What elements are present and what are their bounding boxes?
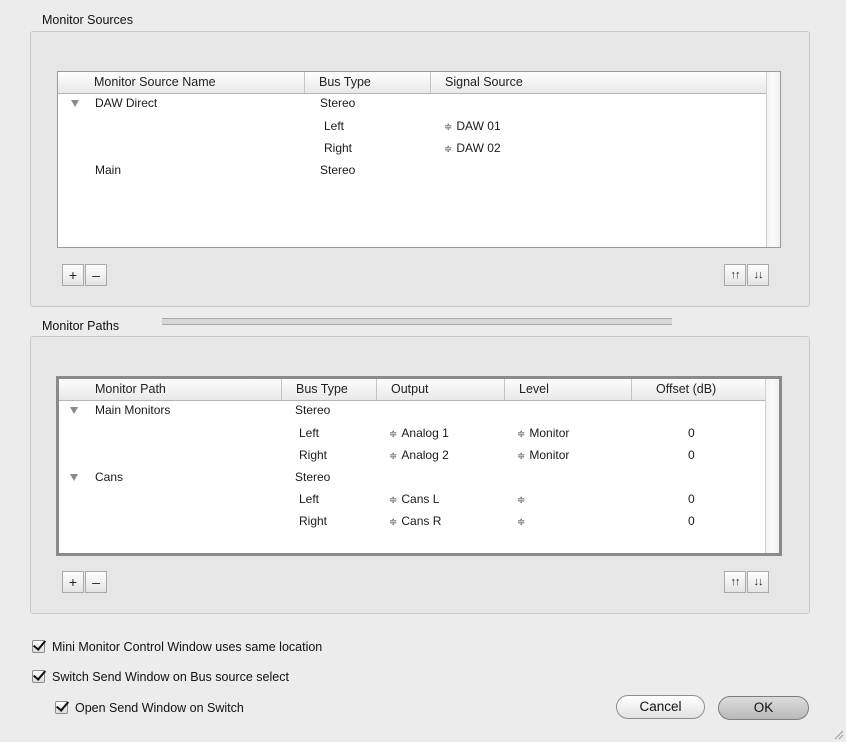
ok-button[interactable]: OK [718,696,809,720]
stepper-icon: ≑ [517,429,526,440]
open-send-label: Open Send Window on Switch [75,701,244,715]
monitor-paths-scrollbar[interactable] [765,379,779,553]
move-path-up-button[interactable]: ↑↑ [724,571,746,593]
disclosure-triangle-icon[interactable] [70,407,78,414]
offset-value[interactable]: 0 [688,514,695,528]
table-row-bus: Right [299,448,328,462]
col-signal-source[interactable]: Signal Source [430,72,766,93]
col-monitor-source-name[interactable]: Monitor Source Name [80,72,304,93]
table-row-bus: Stereo [320,96,356,110]
stepper-icon: ≑ [389,429,398,440]
switch-send-checkbox[interactable] [32,670,45,683]
monitor-sources-scrollbar[interactable] [766,72,780,247]
open-send-checkbox[interactable] [55,701,68,714]
mini-monitor-checkbox-row[interactable]: Mini Monitor Control Window uses same lo… [32,639,432,655]
pane-splitter[interactable] [162,318,672,325]
switch-send-label: Switch Send Window on Bus source select [52,670,289,684]
mini-monitor-checkbox[interactable] [32,640,45,653]
signal-source-popup[interactable]: ≑ DAW 01 [444,119,501,133]
stepper-icon: ≑ [517,495,526,506]
open-send-checkbox-row[interactable]: Open Send Window on Switch [55,700,355,716]
cancel-button[interactable]: Cancel [616,695,705,719]
stepper-icon: ≑ [444,122,453,133]
level-popup[interactable]: ≑ [517,514,529,528]
signal-source-popup[interactable]: ≑ DAW 02 [444,141,501,155]
monitor-sources-header: Monitor Source Name Bus Type Signal Sour… [58,72,766,94]
table-row-bus: Left [299,426,320,440]
offset-value[interactable]: 0 [688,448,695,462]
table-row-name[interactable]: Cans [95,470,123,484]
table-row-bus: Stereo [295,403,331,417]
table-row-name[interactable]: Main [95,163,121,177]
table-row-bus: Stereo [295,470,331,484]
resize-grip-icon[interactable] [832,728,844,740]
remove-source-button[interactable]: – [85,264,107,286]
disclosure-triangle-icon[interactable] [70,474,78,481]
level-popup[interactable]: ≑ Monitor [517,426,569,440]
add-source-button[interactable]: + [62,264,84,286]
offset-value[interactable]: 0 [688,492,695,506]
monitor-sources-table[interactable]: Monitor Source Name Bus Type Signal Sour… [57,71,781,248]
output-popup[interactable]: ≑ Analog 1 [389,426,449,440]
level-popup[interactable]: ≑ [517,492,529,506]
stepper-icon: ≑ [517,517,526,528]
table-row-name[interactable]: DAW Direct [95,96,157,110]
switch-send-checkbox-row[interactable]: Switch Send Window on Bus source select [32,669,432,685]
add-path-button[interactable]: + [62,571,84,593]
move-path-down-button[interactable]: ↓↓ [747,571,769,593]
remove-path-button[interactable]: – [85,571,107,593]
table-row-bus: Left [324,119,345,133]
table-row-bus: Stereo [320,163,356,177]
stepper-icon: ≑ [444,144,453,155]
stepper-icon: ≑ [389,451,398,462]
table-row-bus: Right [299,514,328,528]
level-popup[interactable]: ≑ Monitor [517,448,569,462]
output-popup[interactable]: ≑ Cans R [389,514,441,528]
col-bus-type[interactable]: Bus Type [281,379,376,400]
col-bus-type[interactable]: Bus Type [304,72,430,93]
col-monitor-path[interactable]: Monitor Path [81,379,281,400]
output-popup[interactable]: ≑ Analog 2 [389,448,449,462]
monitor-sources-title: Monitor Sources [42,13,134,27]
offset-value[interactable]: 0 [688,426,695,440]
table-row-name[interactable]: Main Monitors [95,403,170,417]
monitor-paths-table[interactable]: Monitor Path Bus Type Output Level Offse… [56,376,782,556]
table-row-bus: Right [324,141,353,155]
col-level[interactable]: Level [504,379,631,400]
stepper-icon: ≑ [517,451,526,462]
col-offset-db[interactable]: Offset (dB) [631,379,759,400]
move-source-down-button[interactable]: ↓↓ [747,264,769,286]
mini-monitor-label: Mini Monitor Control Window uses same lo… [52,640,323,654]
move-source-up-button[interactable]: ↑↑ [724,264,746,286]
col-output[interactable]: Output [376,379,504,400]
monitor-paths-header: Monitor Path Bus Type Output Level Offse… [59,379,765,401]
disclosure-triangle-icon[interactable] [71,100,79,107]
table-row-bus: Left [299,492,320,506]
stepper-icon: ≑ [389,517,398,528]
monitor-paths-title: Monitor Paths [42,319,120,333]
stepper-icon: ≑ [389,495,398,506]
output-popup[interactable]: ≑ Cans L [389,492,439,506]
